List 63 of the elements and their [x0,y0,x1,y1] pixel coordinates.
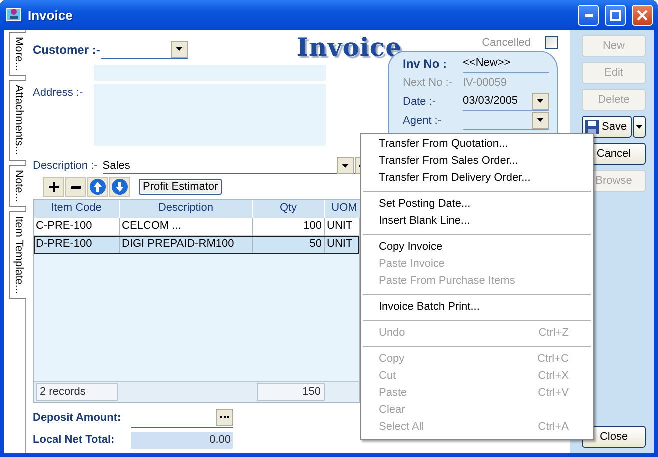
qty-total: 150 [257,383,325,401]
arrow-down-icon [112,179,128,195]
arrow-up-icon [90,179,106,195]
up-row-button[interactable] [87,177,108,197]
add-row-button[interactable] [43,177,64,197]
invoice-heading: Invoice [296,34,402,62]
caret-icon [636,125,643,129]
cancelled-checkbox[interactable] [545,36,558,49]
inv-no-label: Inv No : [403,56,447,70]
date-label: Date :- [403,96,436,108]
deposit-field[interactable] [131,408,233,428]
maximize-icon [610,10,621,20]
save-button[interactable]: Save [582,116,632,138]
save-options-button[interactable] [633,116,646,138]
table-cell: DIGI PREPAID-RM100 [120,236,253,254]
customer-label: Customer :- [33,43,100,57]
close-window-button[interactable] [632,4,653,26]
agent-label: Agent :- [403,114,442,126]
side-tab[interactable]: Attachments... [9,80,26,161]
net-total-field: 0.00 [131,432,233,448]
table-cell: 50 [253,236,325,254]
menu-item[interactable]: Invoice Batch Print... [361,299,593,316]
description-label: Description :- [33,160,98,172]
close-icon [637,10,648,20]
remove-row-button[interactable] [65,177,86,197]
grid-row[interactable]: C-PRE-100 CELCOM ... 100 UNIT [34,218,359,236]
minimize-icon [584,14,592,16]
more-button[interactable] [216,408,233,426]
plus-icon [48,182,58,192]
next-no-value: IV-00059 [463,76,508,88]
column-header[interactable]: Qty [253,200,325,218]
caret-icon [342,164,349,168]
grid-row[interactable]: D-PRE-100 DIGI PREPAID-RM100 50 UNIT [34,236,359,254]
minimize-button[interactable] [578,4,599,26]
net-total-label: Local Net Total: [33,434,115,446]
caret-icon [537,118,544,122]
table-cell: D-PRE-100 [34,236,120,254]
maximize-button[interactable] [605,4,626,26]
deposit-label: Deposit Amount: [33,412,122,424]
agent-field[interactable] [463,111,549,130]
dropdown-button[interactable] [532,112,549,128]
down-row-button[interactable] [109,177,130,197]
window-title: Invoice [28,8,74,22]
caret-icon [176,47,183,51]
next-no-label: Next No :- [403,76,453,88]
date-field[interactable]: 03/03/2005 [463,92,549,111]
customer-field[interactable] [101,40,188,59]
side-tab[interactable]: More... [9,32,26,76]
side-tab[interactable]: Note... [9,164,26,207]
minus-icon [70,186,80,188]
inv-no-field[interactable]: <<New>> [463,54,549,73]
column-header[interactable]: Description [120,200,253,218]
side-tab[interactable]: Item Template... [9,210,26,300]
cancelled-label: Cancelled [482,36,531,48]
dropdown-button[interactable] [532,92,549,110]
profit-estimator-button[interactable]: Profit Estimator [139,179,222,195]
column-header[interactable]: Item Code [34,200,120,218]
app-icon [6,7,22,23]
dropdown-button[interactable] [337,157,354,174]
caret-icon [537,99,544,103]
record-count: 2 records [36,383,118,401]
address-label: Address :- [33,87,84,99]
dropdown-button[interactable] [171,40,188,58]
